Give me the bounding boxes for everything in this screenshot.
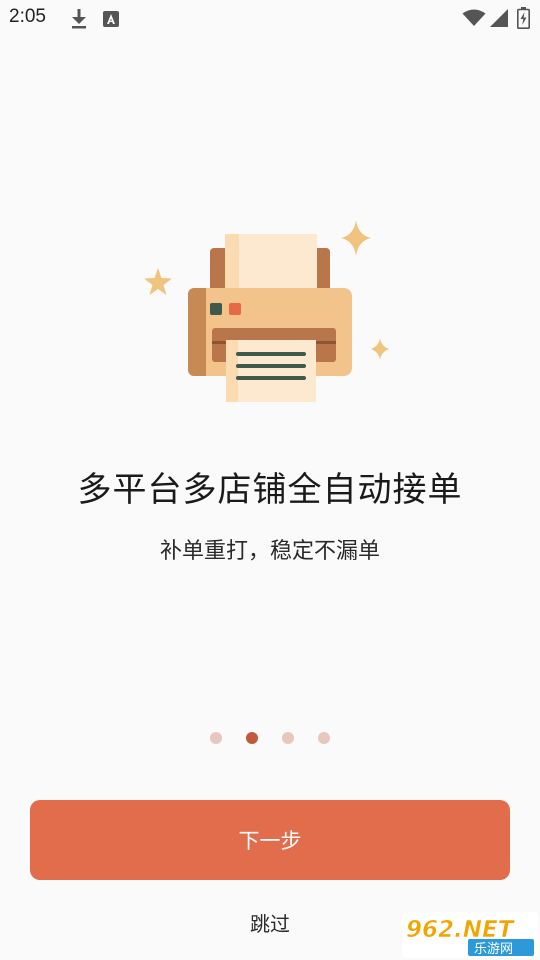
- watermark-logo: 962.NET 乐游网: [402, 912, 538, 958]
- next-button-label: 下一步: [238, 829, 302, 853]
- onboarding-screen: 2:05 多平台多店铺全自动接单 补单重打，稳定不漏单 下一步 跳过 962.N…: [0, 0, 540, 960]
- sparkle-small-icon: [371, 338, 389, 360]
- battery-icon: [517, 7, 530, 29]
- watermark-text: 乐游网: [474, 942, 513, 957]
- a-notification-icon: [103, 11, 119, 27]
- signal-icon: [490, 9, 508, 27]
- page-indicator: [0, 732, 540, 746]
- download-icon: [72, 9, 86, 29]
- page-dot-3: [282, 732, 294, 744]
- star-left-icon: [144, 268, 172, 295]
- onboarding-title: 多平台多店铺全自动接单: [77, 470, 463, 510]
- status-time: 2:05: [9, 6, 46, 27]
- sparkle-large-icon: [341, 220, 371, 256]
- page-dot-2-active: [246, 732, 258, 744]
- wifi-icon: [462, 9, 486, 26]
- page-dot-1: [210, 732, 222, 744]
- onboarding-subtitle: 补单重打，稳定不漏单: [159, 539, 380, 564]
- status-bar: 2:05: [0, 0, 540, 38]
- next-button[interactable]: 下一步: [30, 800, 510, 880]
- page-dot-4: [318, 732, 330, 744]
- printer-illustration: [144, 220, 389, 402]
